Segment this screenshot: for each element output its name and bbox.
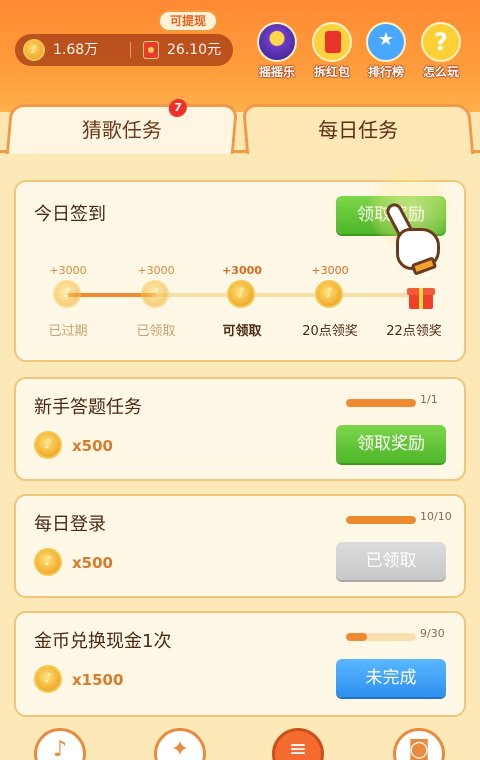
red-envelope-icon <box>143 41 159 59</box>
task-progress-fill <box>346 516 416 524</box>
signin-day-5: 22点领奖 <box>384 264 444 339</box>
coin-icon <box>34 548 62 576</box>
signin-day-2: +3000 已领取 <box>126 264 186 339</box>
day-status: 已领取 <box>136 324 176 339</box>
day-points: +3000 <box>222 264 262 277</box>
day-points: +3000 <box>137 264 175 277</box>
coin-icon <box>53 280 83 310</box>
how-to-play-label: 怎么玩 <box>422 65 459 79</box>
task-progress-text: 9/30 <box>420 627 445 640</box>
leaderboard-label: 排行榜 <box>367 65 404 79</box>
day-points: +3000 <box>49 264 87 277</box>
task-progress-bar <box>346 399 416 407</box>
task-reward-amount: x500 <box>72 554 113 572</box>
day-points: +3000 <box>311 264 349 277</box>
day-status: 22点领奖 <box>386 324 442 339</box>
coin-icon <box>34 431 62 459</box>
task-progress-fill <box>346 399 416 407</box>
music-note-icon: ♪ <box>52 737 68 760</box>
question-icon: ? <box>421 22 461 62</box>
coin-icon <box>23 39 45 61</box>
coin-icon <box>34 665 62 693</box>
task-reward-amount: x1500 <box>72 671 124 689</box>
trophy-icon <box>366 22 406 62</box>
task-progress-text: 1/1 <box>420 393 438 406</box>
tab-daily-tasks[interactable]: 每日任务 <box>241 104 475 154</box>
signin-day-1: +3000 已过期 <box>38 264 98 339</box>
task-list-icon: ≡ <box>288 737 308 760</box>
signin-day-3[interactable]: +3000 可领取 <box>212 264 272 339</box>
task-reward-amount: x500 <box>72 437 113 455</box>
wallet-bar[interactable]: 1.68万 26.10元 <box>15 34 233 66</box>
how-to-play-button[interactable]: ? 怎么玩 <box>416 22 466 79</box>
tab-guess-song-label: 猜歌任务 <box>81 118 162 142</box>
task-card-coin-exchange: 金币兑换现金1次 9/30 x1500 未完成 <box>14 611 466 717</box>
nav-pet[interactable]: ✦ <box>154 728 206 760</box>
shake-button[interactable]: 摇摇乐 <box>252 22 302 79</box>
red-envelope-icon <box>312 22 352 62</box>
withdrawable-tag: 可提现 <box>158 10 218 32</box>
signin-day-4: +3000 20点领奖 <box>300 264 360 339</box>
header: 可提现 1.68万 26.10元 摇摇乐 拆红包 排行榜 ? 怎么玩 <box>0 0 480 112</box>
signin-title: 今日签到 <box>34 204 106 225</box>
shake-label: 摇摇乐 <box>258 65 295 79</box>
bag-icon: ◙ <box>408 737 430 760</box>
day-status: 已过期 <box>48 324 88 339</box>
pointing-hand-icon <box>368 168 452 276</box>
task-progress-bar <box>346 633 416 641</box>
nav-tasks[interactable]: ≡ <box>272 728 324 760</box>
task-progress-fill <box>346 633 367 641</box>
nav-music[interactable]: ♪ <box>34 728 86 760</box>
cash-balance: 26.10元 <box>167 42 222 58</box>
day-status: 20点领奖 <box>302 324 358 339</box>
coin-icon <box>227 280 257 310</box>
open-red-envelope-label: 拆红包 <box>313 65 350 79</box>
leaderboard-button[interactable]: 排行榜 <box>361 22 411 79</box>
task-progress-bar <box>346 516 416 524</box>
task-claimed-button: 已领取 <box>336 542 446 580</box>
disco-ball-icon <box>257 22 297 62</box>
task-card-newbie-quiz: 新手答题任务 1/1 x500 领取奖励 <box>14 377 466 481</box>
open-red-envelope-button[interactable]: 拆红包 <box>307 22 357 79</box>
coin-icon <box>141 280 171 310</box>
coin-balance: 1.68万 <box>53 42 99 58</box>
tab-guess-song[interactable]: 猜歌任务 7 <box>5 99 239 154</box>
task-claim-button[interactable]: 领取奖励 <box>336 425 446 463</box>
task-title: 新手答题任务 <box>34 397 142 418</box>
notification-badge: 7 <box>168 99 188 117</box>
gift-icon <box>399 280 435 310</box>
task-title: 每日登录 <box>34 514 106 535</box>
coin-icon <box>315 280 345 310</box>
wallet-divider <box>130 42 131 58</box>
task-progress-text: 10/10 <box>420 510 452 523</box>
cat-icon: ✦ <box>170 737 190 760</box>
tab-daily-tasks-label: 每日任务 <box>318 118 399 142</box>
day-status: 可领取 <box>222 324 262 339</box>
task-title: 金币兑换现金1次 <box>34 631 172 652</box>
nav-bag[interactable]: ◙ <box>393 728 445 760</box>
bottom-nav: ♪ ✦ ≡ ◙ <box>0 728 480 760</box>
task-incomplete-button[interactable]: 未完成 <box>336 659 446 697</box>
task-card-daily-login: 每日登录 10/10 x500 已领取 <box>14 494 466 598</box>
